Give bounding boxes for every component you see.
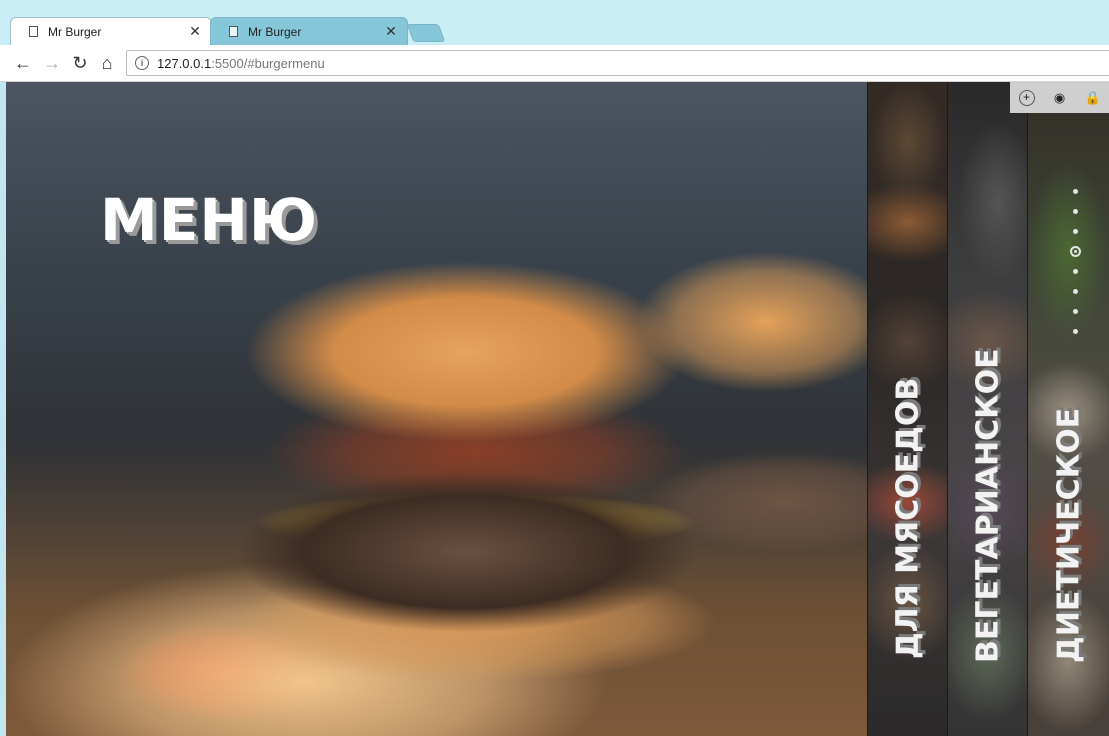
- pagination-dot[interactable]: [1072, 229, 1078, 234]
- lock-icon[interactable]: 🔒: [1085, 90, 1101, 106]
- accordion-meat-eaters[interactable]: ДЛЯ МЯСОЕДОВ: [867, 82, 947, 736]
- pagination-dot[interactable]: [1072, 269, 1078, 274]
- tab-strip: Mr Burger ✕ Mr Burger ✕: [0, 0, 1109, 45]
- info-icon[interactable]: i: [135, 56, 149, 70]
- reload-button[interactable]: ↻: [69, 52, 91, 74]
- pagination-dot[interactable]: [1072, 309, 1078, 314]
- tab-mr-burger[interactable]: Mr Burger ✕: [210, 17, 408, 45]
- eye-icon[interactable]: ◉: [1052, 90, 1068, 106]
- tab-title: Mr Burger: [48, 24, 102, 39]
- home-button[interactable]: ⌂: [96, 52, 118, 74]
- section-pagination: [1069, 189, 1081, 349]
- pagination-dot-active[interactable]: [1069, 246, 1081, 257]
- pagination-dot[interactable]: [1072, 209, 1078, 214]
- browser-window: Mr Burger ✕ Mr Burger ✕ ← → ↻ ⌂ i 127.0.…: [0, 0, 1109, 736]
- address-bar[interactable]: i 127.0.0.1:5500/#burgermenu: [126, 50, 1109, 76]
- pagination-dot[interactable]: [1072, 329, 1078, 334]
- url-path: :5500/#burgermenu: [211, 55, 325, 71]
- browser-toolbar: ← → ↻ ⌂ i 127.0.0.1:5500/#burgermenu: [0, 45, 1109, 82]
- page-icon: [29, 26, 38, 37]
- forward-button[interactable]: →: [41, 52, 63, 74]
- close-icon[interactable]: ✕: [383, 23, 399, 40]
- accordion-label: ВЕГЕТАРИАНСКОЕ: [970, 348, 1005, 663]
- accordion-label: ДЛЯ МЯСОЕДОВ: [890, 377, 925, 659]
- plus-icon[interactable]: +: [1018, 89, 1035, 106]
- accordion-vegetarian[interactable]: ВЕГЕТАРИАНСКОЕ: [947, 82, 1027, 736]
- burger-hero-image: МЕНЮ: [6, 82, 867, 736]
- page-title: МЕНЮ: [100, 186, 318, 254]
- back-button[interactable]: ←: [12, 52, 34, 74]
- extension-toolbar: + ◉ 🔒: [1010, 82, 1109, 113]
- page-icon: [229, 26, 238, 37]
- url-host: 127.0.0.1: [157, 55, 212, 71]
- tab-title: Mr Burger: [248, 24, 302, 39]
- new-tab-button[interactable]: [406, 24, 446, 42]
- accordion-dietary[interactable]: ДИЕТИЧЕСКОЕ: [1027, 82, 1109, 736]
- pagination-dot[interactable]: [1072, 289, 1078, 294]
- pagination-dot[interactable]: [1072, 189, 1078, 194]
- accordion-label: ДИЕТИЧЕСКОЕ: [1051, 407, 1086, 663]
- close-icon[interactable]: ✕: [187, 23, 203, 40]
- page-viewport: МЕНЮ ДЛЯ МЯСОЕДОВ ВЕГЕТАРИАНСКОЕ ДИЕТИЧЕ…: [6, 82, 1109, 736]
- tab-mr-burger-active[interactable]: Mr Burger ✕: [10, 17, 212, 45]
